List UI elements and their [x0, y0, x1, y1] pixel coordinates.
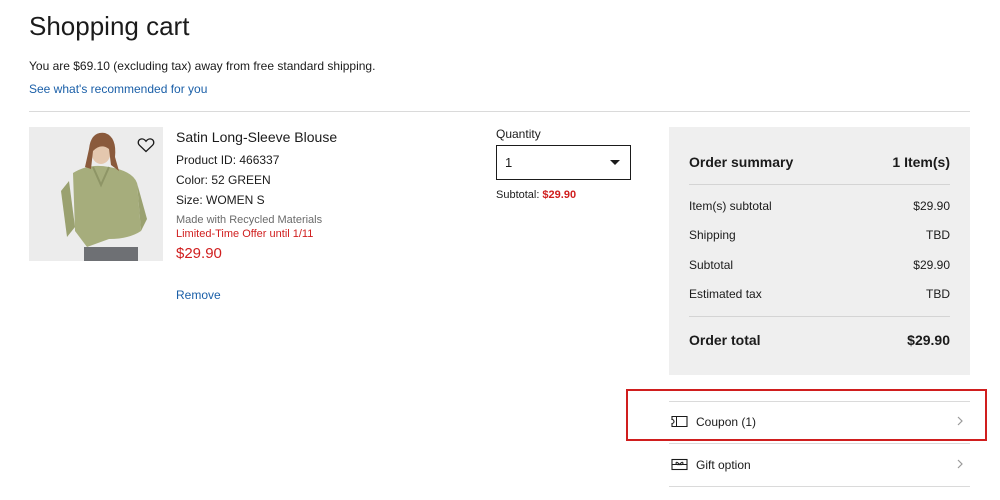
- gift-option-row[interactable]: Gift option: [669, 447, 970, 483]
- caret-down-icon: [610, 160, 620, 165]
- options-divider: [669, 486, 970, 487]
- options-divider: [669, 443, 970, 444]
- summary-row-label: Subtotal: [689, 258, 734, 272]
- summary-row-value: TBD: [926, 287, 950, 301]
- order-summary-panel: Order summary 1 Item(s) Item(s) subtotal…: [669, 127, 970, 375]
- order-summary-title: Order summary: [689, 154, 794, 170]
- summary-row: Shipping TBD: [689, 228, 950, 242]
- recycled-materials-note: Made with Recycled Materials: [176, 214, 323, 226]
- coupon-highlight-box: [626, 389, 987, 441]
- remove-item-link[interactable]: Remove: [176, 288, 221, 302]
- order-total-label: Order total: [689, 332, 761, 348]
- order-item-count: 1 Item(s): [892, 154, 950, 170]
- item-subtotal-label: Subtotal:: [496, 189, 540, 201]
- free-shipping-note: You are $69.10 (excluding tax) away from…: [29, 59, 376, 73]
- summary-row-value: TBD: [926, 228, 950, 242]
- item-subtotal-value: $29.90: [542, 189, 577, 201]
- product-color: Color: 52 GREEN: [176, 173, 271, 187]
- gift-icon: [671, 458, 688, 471]
- summary-divider: [689, 316, 950, 317]
- page-title: Shopping cart: [29, 11, 190, 41]
- order-summary-header: Order summary 1 Item(s): [689, 154, 950, 170]
- summary-row-value: $29.90: [913, 199, 950, 213]
- summary-row: Estimated tax TBD: [689, 287, 950, 301]
- product-name[interactable]: Satin Long-Sleeve Blouse: [176, 129, 337, 145]
- summary-row-label: Estimated tax: [689, 287, 762, 301]
- recommendations-link[interactable]: See what's recommended for you: [29, 82, 207, 96]
- summary-row-value: $29.90: [913, 258, 950, 272]
- product-size: Size: WOMEN S: [176, 193, 265, 207]
- summary-row: Item(s) subtotal $29.90: [689, 199, 950, 213]
- product-price: $29.90: [176, 245, 222, 262]
- limited-offer-note: Limited-Time Offer until 1/11: [176, 228, 314, 240]
- product-id: Product ID: 466337: [176, 153, 280, 167]
- quantity-label: Quantity: [496, 127, 541, 141]
- summary-row-label: Item(s) subtotal: [689, 199, 772, 213]
- order-total: Order total $29.90: [689, 332, 950, 348]
- header-divider: [29, 111, 970, 112]
- summary-row-label: Shipping: [689, 228, 736, 242]
- item-subtotal: Subtotal: $29.90: [496, 189, 576, 201]
- chevron-right-icon: [957, 459, 963, 469]
- quantity-select[interactable]: 1: [496, 145, 631, 180]
- heart-icon[interactable]: [137, 136, 155, 154]
- summary-divider: [689, 184, 950, 185]
- order-total-value: $29.90: [907, 332, 950, 348]
- summary-row: Subtotal $29.90: [689, 258, 950, 272]
- quantity-value: 1: [505, 155, 513, 170]
- gift-option-label: Gift option: [696, 458, 751, 472]
